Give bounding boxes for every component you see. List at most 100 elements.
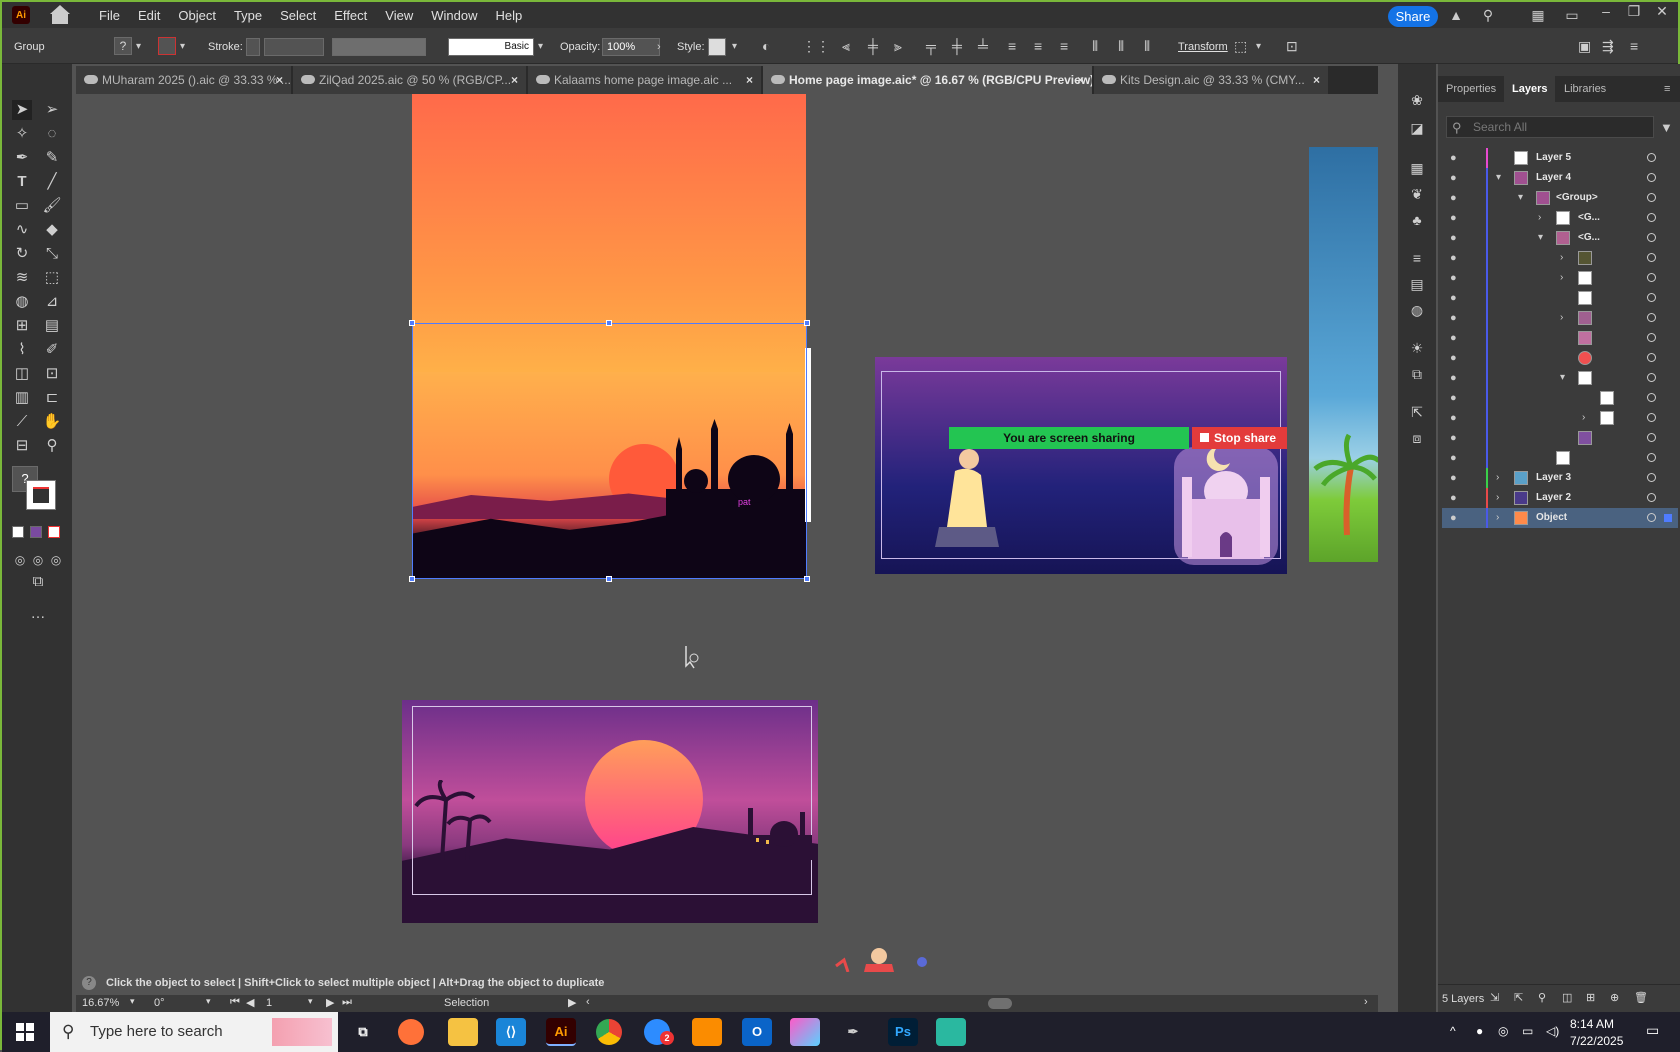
chevron-down-icon[interactable]: ▾ (732, 39, 737, 55)
artboard-prayer[interactable] (875, 357, 1287, 574)
target-icon[interactable] (1647, 313, 1656, 322)
windows-start-icon[interactable] (16, 1023, 34, 1041)
fill-swatch[interactable]: ? (114, 37, 132, 55)
stroke-color-box[interactable] (26, 480, 56, 510)
minimize-icon[interactable]: – (1598, 4, 1614, 18)
layer-name[interactable]: Layer 5 (1536, 148, 1571, 168)
gradient-panel-icon[interactable]: ▤ (1407, 276, 1427, 294)
align-left-icon[interactable]: ⫷ (842, 38, 850, 54)
blend-tool-icon[interactable]: ◫ (12, 364, 32, 384)
tab-home-page-image[interactable]: Home page image.aic* @ 16.67 % (RGB/CPU … (763, 66, 1093, 94)
new-layer-icon[interactable]: ⊕ (1610, 991, 1619, 1004)
more-tools-icon[interactable]: … (28, 604, 48, 624)
target-icon[interactable] (1647, 273, 1656, 282)
notifications-icon[interactable]: ▭ (1646, 1022, 1659, 1039)
graph-tool-icon[interactable]: ▥ (12, 388, 32, 408)
visibility-eye-icon[interactable]: ● (1450, 151, 1464, 165)
menu-view[interactable]: View (376, 8, 422, 23)
target-icon[interactable] (1647, 213, 1656, 222)
visibility-eye-icon[interactable]: ● (1450, 431, 1464, 445)
appearance-icon[interactable]: ❀ (1407, 92, 1427, 110)
layer-name[interactable]: Layer 3 (1536, 468, 1571, 488)
panel-options-icon[interactable]: ▣ (1578, 38, 1591, 54)
magic-wand-icon[interactable]: ✧ (12, 124, 32, 144)
visibility-eye-icon[interactable]: ● (1450, 251, 1464, 265)
layer-row[interactable]: ● › (1442, 408, 1678, 428)
slice-tool-icon[interactable]: ⟋ (12, 412, 32, 432)
stroke-panel-icon[interactable]: ≡ (1407, 250, 1427, 268)
menu-edit[interactable]: Edit (129, 8, 169, 23)
delete-layer-icon[interactable]: 🗑 (1634, 991, 1648, 1004)
distribute-center-icon[interactable]: ⦀ (1118, 38, 1124, 54)
layers-search-input[interactable]: Search All (1446, 116, 1654, 138)
draw-behind-icon[interactable]: ◎ (28, 550, 48, 570)
target-icon[interactable] (1647, 253, 1656, 262)
brushes-icon[interactable]: ❦ (1407, 186, 1427, 204)
zoom-tool-icon[interactable]: ⚲ (42, 436, 62, 456)
layer-name[interactable]: <G... (1578, 228, 1600, 248)
firefox-icon[interactable] (398, 1019, 424, 1045)
chevron-right-icon[interactable]: › (1496, 468, 1499, 488)
layer-name[interactable]: Object (1536, 508, 1567, 528)
draw-inside-icon[interactable]: ◎ (46, 550, 66, 570)
layer-name[interactable]: Layer 4 (1536, 168, 1571, 188)
target-icon[interactable] (1647, 173, 1656, 182)
status-menu-icon[interactable]: ▶ (568, 996, 576, 1009)
target-icon[interactable] (1647, 233, 1656, 242)
transparency-icon[interactable]: ◍ (1407, 302, 1427, 320)
close-icon[interactable]: × (1313, 66, 1320, 94)
shape-builder-icon[interactable]: ◍ (12, 292, 32, 312)
opacity-input[interactable]: 100% (602, 38, 660, 56)
print-tiling-icon[interactable]: ⊟ (12, 436, 32, 456)
export-for-screens-icon[interactable]: ⇲ (1490, 991, 1499, 1004)
direct-selection-tool-icon[interactable]: ➢ (42, 100, 62, 120)
chevron-right-icon[interactable]: › (1560, 248, 1563, 268)
chevron-right-icon[interactable]: › (1582, 408, 1585, 428)
perspective-grid-icon[interactable]: ⊿ (42, 292, 62, 312)
chrome-icon[interactable] (596, 1019, 622, 1045)
tray-overflow-icon[interactable]: ^ (1450, 1024, 1456, 1038)
align-middle-icon[interactable]: ╪ (952, 38, 962, 54)
menu-help[interactable]: Help (486, 8, 531, 23)
target-icon[interactable] (1647, 333, 1656, 342)
arrange-icon[interactable]: ▭ (1564, 8, 1580, 22)
chevron-down-icon[interactable]: ▾ (538, 39, 543, 55)
target-icon[interactable] (1647, 413, 1656, 422)
menu-icon[interactable]: ≡ (1630, 38, 1638, 54)
export-icon[interactable]: ⇱ (1407, 404, 1427, 422)
microphone-icon[interactable]: ● (1476, 1024, 1483, 1038)
shape-icon[interactable]: ⬚ (1234, 38, 1247, 54)
network-icon[interactable]: ▭ (1522, 1024, 1533, 1038)
selection-handle[interactable] (606, 576, 612, 582)
align-to-icon[interactable]: ⋮⋮ (802, 38, 830, 54)
illustrator-taskbar-icon[interactable]: Ai (546, 1018, 576, 1046)
arrange-docs-icon[interactable]: ⇶ (1602, 38, 1614, 54)
file-explorer-icon[interactable] (448, 1018, 478, 1046)
clock-date[interactable]: 7/22/2025 (1570, 1034, 1623, 1048)
close-icon[interactable]: × (746, 66, 753, 94)
layer-row[interactable]: ● › (1442, 248, 1678, 268)
none-mode-icon[interactable] (48, 526, 60, 538)
last-artboard-icon[interactable]: ⏭ (342, 996, 352, 1009)
visibility-eye-icon[interactable]: ● (1450, 271, 1464, 285)
zoom-app-icon[interactable]: 2 (644, 1019, 674, 1045)
layer-row[interactable]: ● (1442, 328, 1678, 348)
distribute-bottom-icon[interactable]: ≡ (1060, 38, 1068, 54)
scroll-right-icon[interactable]: › (1364, 996, 1368, 1008)
align-top-icon[interactable]: ╤ (926, 38, 936, 54)
creative-cloud-icon[interactable] (790, 1018, 820, 1046)
layer-row[interactable]: ● › Layer 3 (1442, 468, 1678, 488)
menu-type[interactable]: Type (225, 8, 271, 23)
target-icon[interactable] (1647, 433, 1656, 442)
rotate-value[interactable]: 0° (154, 997, 165, 1009)
layer-name[interactable]: Layer 2 (1536, 488, 1571, 508)
shaper-tool-icon[interactable]: ∿ (12, 220, 32, 240)
target-icon[interactable] (1647, 373, 1656, 382)
target-icon[interactable] (1647, 153, 1656, 162)
menu-window[interactable]: Window (422, 8, 486, 23)
chevron-right-icon[interactable]: › (1538, 208, 1541, 228)
layer-row-selected[interactable]: ● › Object (1442, 508, 1678, 528)
hand-tool-icon[interactable]: ✋ (42, 412, 62, 432)
line-tool-icon[interactable]: ╱ (42, 172, 62, 192)
chevron-down-icon[interactable]: ▾ (1560, 368, 1565, 388)
